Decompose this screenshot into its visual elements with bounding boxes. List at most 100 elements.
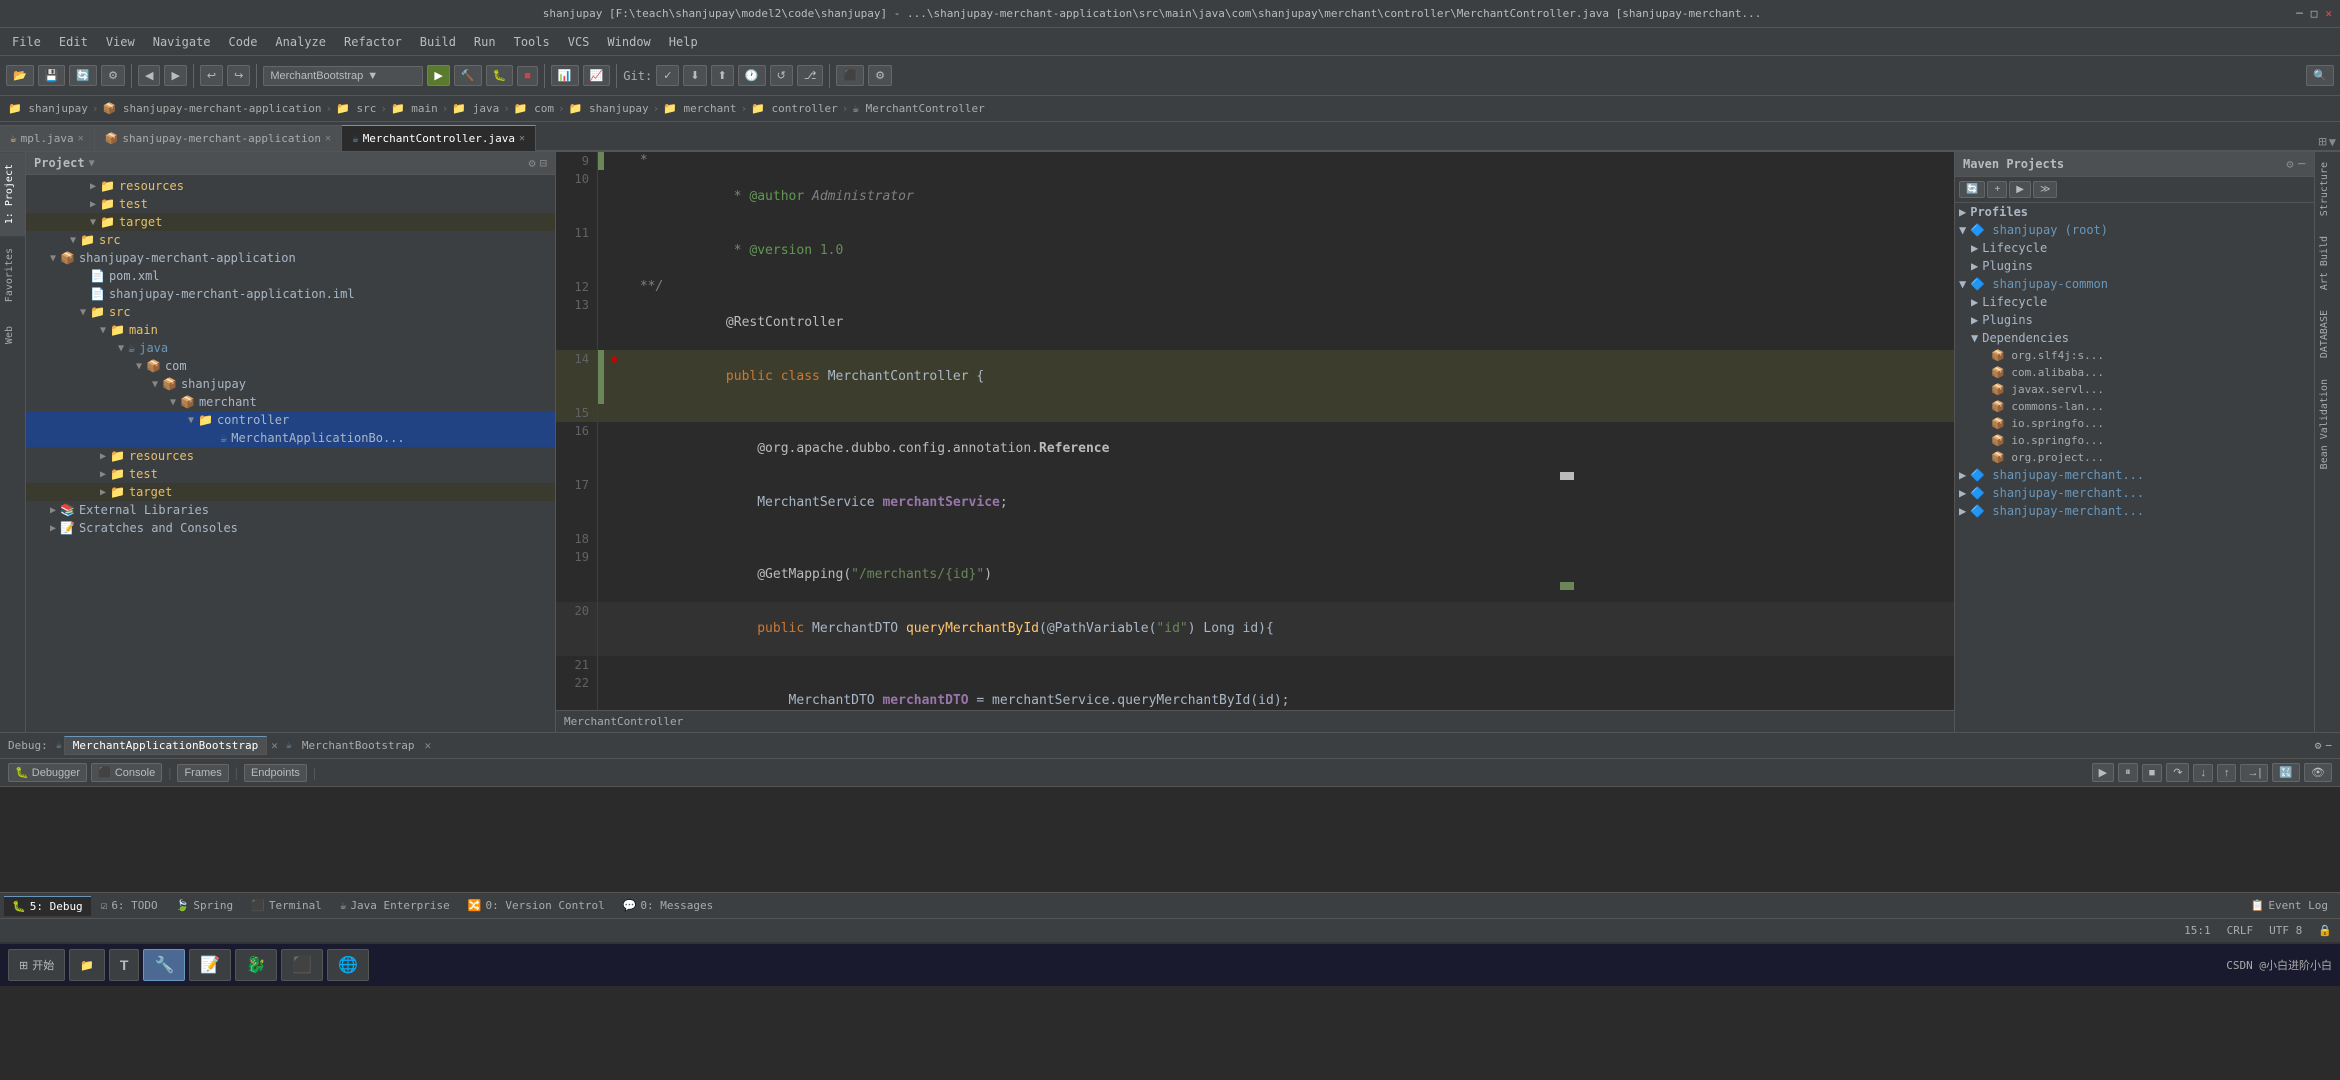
- save-btn[interactable]: 💾: [38, 65, 66, 86]
- taskbar-start[interactable]: ⊞ 开始: [8, 949, 65, 981]
- debug-close-icon[interactable]: −: [2325, 739, 2332, 752]
- maven-plugins-2[interactable]: ▶ Plugins: [1955, 311, 2314, 329]
- side-tab-project[interactable]: 1: Project: [0, 152, 25, 236]
- menu-build[interactable]: Build: [412, 32, 464, 52]
- tree-test2[interactable]: ▶ 📁 test: [26, 465, 555, 483]
- taskbar-terminal2[interactable]: ⬛: [281, 949, 323, 981]
- tab-merchant-app-close[interactable]: ✕: [325, 133, 331, 144]
- maven-lifecycle-2[interactable]: ▶ Lifecycle: [1955, 293, 2314, 311]
- menu-refactor[interactable]: Refactor: [336, 32, 410, 52]
- tab-debug[interactable]: 🐛 5: Debug: [4, 896, 91, 916]
- open-file-btn[interactable]: 📂: [6, 65, 34, 86]
- maven-plugins-1[interactable]: ▶ Plugins: [1955, 257, 2314, 275]
- resume-btn[interactable]: ▶: [2092, 763, 2114, 782]
- far-tab-artbuild[interactable]: Art Build: [2315, 226, 2340, 300]
- maven-dep-javax[interactable]: 📦 javax.servl...: [1955, 381, 2314, 398]
- tree-java[interactable]: ▼ ☕ java: [26, 339, 555, 357]
- breadcrumb-shanjupay2[interactable]: 📁 shanjupay: [569, 102, 649, 115]
- menu-help[interactable]: Help: [661, 32, 706, 52]
- tab-terminal[interactable]: ⬛ Terminal: [243, 896, 330, 915]
- tree-iml[interactable]: 📄 shanjupay-merchant-application.iml: [26, 285, 555, 303]
- evaluate-btn[interactable]: 🔣: [2272, 763, 2300, 782]
- maven-dep-alibaba[interactable]: 📦 com.alibaba...: [1955, 364, 2314, 381]
- tree-scratches[interactable]: ▶ 📝 Scratches and Consoles: [26, 519, 555, 537]
- tab-todo[interactable]: ☑ 6: TODO: [93, 896, 166, 915]
- undo-btn[interactable]: ↩: [200, 65, 223, 86]
- run-to-cursor-btn[interactable]: →|: [2240, 764, 2268, 782]
- tab-merchant-app[interactable]: 📦 shanjupay-merchant-application ✕: [95, 125, 342, 151]
- menu-edit[interactable]: Edit: [51, 32, 96, 52]
- maven-run-btn[interactable]: ▶: [2009, 181, 2031, 198]
- tree-target1[interactable]: ▼ 📁 target: [26, 213, 555, 231]
- breadcrumb-merchantcontroller[interactable]: ☕ MerchantController: [852, 102, 984, 115]
- maven-expand-btn[interactable]: ≫: [2033, 181, 2057, 198]
- run-btn[interactable]: ▶: [427, 65, 449, 86]
- maven-add-btn[interactable]: +: [1987, 181, 2007, 198]
- git-update-btn[interactable]: ⬇: [683, 65, 706, 86]
- git-revert-btn[interactable]: ↺: [770, 65, 793, 86]
- maven-refresh-btn[interactable]: 🔄: [1959, 181, 1985, 198]
- menu-file[interactable]: File: [4, 32, 49, 52]
- tree-src2[interactable]: ▼ 📁 src: [26, 303, 555, 321]
- tree-controller[interactable]: ▼ 📁 controller: [26, 411, 555, 429]
- maven-dep-commons[interactable]: 📦 commons-lan...: [1955, 398, 2314, 415]
- maven-merchant-2[interactable]: ▶ 🔷 shanjupay-merchant...: [1955, 484, 2314, 502]
- tree-pom[interactable]: 📄 pom.xml: [26, 267, 555, 285]
- tree-shanjupay-pkg[interactable]: ▼ 📦 shanjupay: [26, 375, 555, 393]
- tree-resources2[interactable]: ▶ 📁 resources: [26, 447, 555, 465]
- sync-btn[interactable]: 🔄: [69, 65, 97, 86]
- maven-common[interactable]: ▼ 🔷 shanjupay-common: [1955, 275, 2314, 293]
- settings-btn[interactable]: ⚙: [101, 65, 125, 86]
- maven-profiles[interactable]: ▶ Profiles: [1955, 203, 2314, 221]
- console-tab[interactable]: ⬛ Console: [91, 763, 162, 782]
- breadcrumb-merchant[interactable]: 📁 merchant: [663, 102, 736, 115]
- tab-merchantcontroller[interactable]: ☕ MerchantController.java ✕: [342, 125, 536, 151]
- breadcrumb-java[interactable]: 📁 java: [452, 102, 499, 115]
- project-gear[interactable]: ⚙: [529, 156, 536, 170]
- menu-code[interactable]: Code: [221, 32, 266, 52]
- git-history-btn[interactable]: 🕐: [738, 65, 766, 86]
- endpoints-tab[interactable]: Endpoints: [244, 764, 307, 782]
- debug-tab-close1[interactable]: ✕: [271, 739, 278, 752]
- breadcrumb-controller[interactable]: 📁 controller: [751, 102, 838, 115]
- tab-merchantcontroller-close[interactable]: ✕: [519, 133, 525, 144]
- maven-shanjupay-root[interactable]: ▼ 🔷 shanjupay (root): [1955, 221, 2314, 239]
- status-encoding[interactable]: UTF 8: [2269, 924, 2302, 937]
- debugger-tab[interactable]: 🐛 Debugger: [8, 763, 87, 782]
- stop-btn[interactable]: ■: [517, 66, 538, 86]
- step-over-btn[interactable]: ↷: [2166, 763, 2189, 782]
- back-btn[interactable]: ◀: [138, 65, 160, 86]
- tree-src1[interactable]: ▼ 📁 src: [26, 231, 555, 249]
- menu-window[interactable]: Window: [599, 32, 658, 52]
- split-editor-btn[interactable]: ⊞: [2318, 134, 2326, 150]
- maven-dep-springfo1[interactable]: 📦 io.springfo...: [1955, 415, 2314, 432]
- debug-settings-icon[interactable]: ⚙: [2315, 739, 2322, 752]
- terminal-btn[interactable]: ⬛: [836, 65, 864, 86]
- redo-btn[interactable]: ↪: [227, 65, 250, 86]
- tree-bootstrap[interactable]: ☕ MerchantApplicationBo...: [26, 429, 555, 447]
- maven-lifecycle-1[interactable]: ▶ Lifecycle: [1955, 239, 2314, 257]
- tab-mpl-close[interactable]: ✕: [78, 133, 84, 144]
- tree-target2[interactable]: ▶ 📁 target: [26, 483, 555, 501]
- tab-mpl[interactable]: ☕ mpl.java ✕: [0, 125, 95, 151]
- tree-external-libs[interactable]: ▶ 📚 External Libraries: [26, 501, 555, 519]
- frames-tab[interactable]: Frames: [177, 764, 228, 782]
- breadcrumb-shanjupay[interactable]: 📁 shanjupay: [8, 102, 88, 115]
- taskbar-notepad[interactable]: T: [109, 949, 140, 981]
- far-tab-beanvalidation[interactable]: Bean Validation: [2315, 369, 2340, 479]
- recent-files-btn[interactable]: ▼: [2329, 135, 2336, 149]
- tab-spring[interactable]: 🍃 Spring: [168, 896, 241, 915]
- menu-navigate[interactable]: Navigate: [145, 32, 219, 52]
- side-tab-favorites[interactable]: Favorites: [0, 236, 25, 314]
- taskbar-app2[interactable]: 📝: [189, 949, 231, 981]
- maven-merchant-3[interactable]: ▶ 🔷 shanjupay-merchant...: [1955, 502, 2314, 520]
- maven-settings-icon[interactable]: ⚙: [2286, 157, 2293, 171]
- pause-btn[interactable]: ⏸: [2118, 763, 2138, 782]
- taskbar-browser[interactable]: 🌐: [327, 949, 369, 981]
- debug-tab-merchantbootstrap[interactable]: MerchantBootstrap: [294, 737, 423, 754]
- watch-btn[interactable]: 👁: [2304, 763, 2332, 782]
- maven-dep-project[interactable]: 📦 org.project...: [1955, 449, 2314, 466]
- tree-com[interactable]: ▼ 📦 com: [26, 357, 555, 375]
- tab-version-control[interactable]: 🔀 0: Version Control: [460, 896, 613, 915]
- run-config-dropdown[interactable]: MerchantBootstrap ▼: [263, 66, 423, 86]
